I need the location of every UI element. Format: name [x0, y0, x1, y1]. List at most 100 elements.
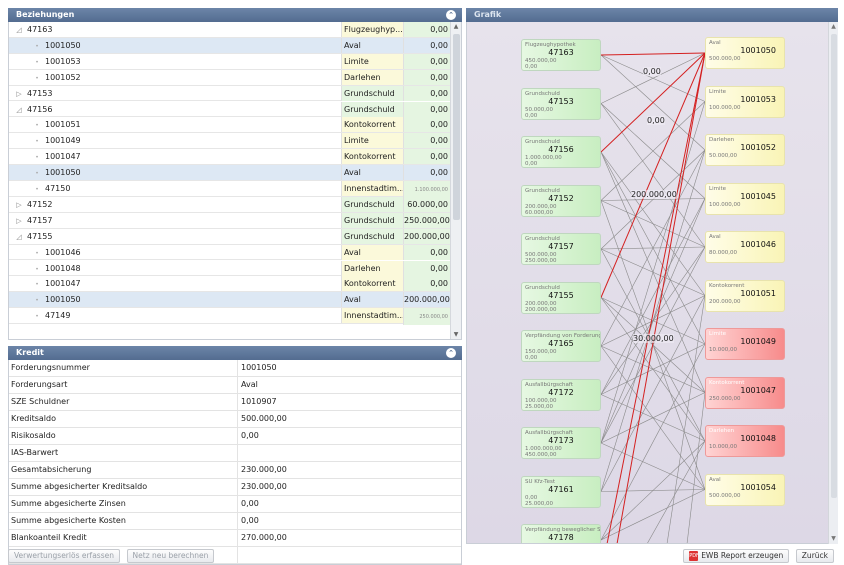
credit-node[interactable]: Darlehen 1001052 50.000,00 — [705, 134, 785, 166]
security-node[interactable]: Grundschuld 47152 200.000,00 60.000,00 — [521, 184, 601, 217]
netz-neu-berechnen-button[interactable]: Netz neu berechnen — [126, 549, 215, 563]
tree-row[interactable]: • 1001049 Limite 0,00 — [9, 133, 451, 150]
node-value-2: 450.000,00 — [525, 452, 557, 458]
bullet-icon: • — [35, 297, 39, 305]
security-node[interactable]: Verpfändung von Forderungen 47165 150.000,… — [521, 330, 601, 362]
credit-node[interactable]: Kontokorrent 1001051 200.000,00 — [705, 279, 785, 312]
tree-row-type: Innenstadtim... — [341, 181, 403, 196]
zurueck-button[interactable]: Zurück — [795, 549, 834, 563]
kredit-field-label: Summe abgesicherte Kosten — [11, 516, 126, 525]
tree-row[interactable]: • 47150 Innenstadtim... 1.100.000,00 — [9, 181, 451, 198]
tree-row[interactable]: • 1001047 Kontokorrent 0,00 — [9, 149, 451, 166]
tree-row[interactable]: ▷ 47152 Grundschuld 60.000,00 — [9, 196, 451, 213]
kredit-field-value: 500.000,00 — [237, 411, 461, 427]
tree-row-value-text: 0,00 — [430, 72, 448, 82]
tree-row[interactable]: • 47149 Innenstadtim... 250.000,00 — [9, 308, 451, 326]
tree-row-type: Grundschuld — [341, 228, 403, 244]
collapse-icon[interactable]: ⌃ — [446, 348, 456, 358]
node-value-2: 0,00 — [525, 355, 538, 361]
tree-row[interactable]: • 1001053 Limite 0,00 — [9, 53, 451, 70]
tree-row[interactable]: • 1001046 Aval 0,00 — [9, 244, 451, 261]
scroll-thumb[interactable] — [831, 34, 837, 498]
tree-row-type: Limite — [341, 133, 403, 149]
node-value-1: 100.000,00 — [709, 201, 741, 208]
security-node[interactable]: Grundschuld 47156 1.000.000,00 0,00 — [521, 136, 601, 168]
tree-row[interactable]: ◿ 47163 Flugzeughyp... 0,00 — [9, 22, 451, 38]
ewb-report-button[interactable]: PDF EWB Report erzeugen — [683, 549, 790, 563]
security-node[interactable]: Grundschuld 47157 500.000,00 250.000,00 — [521, 233, 601, 265]
tree-row-value: 0,00 — [403, 22, 451, 37]
tree-row[interactable]: • 1001050 Aval 0,00 — [9, 165, 451, 181]
tree-row[interactable]: ▷ 47157 Grundschuld 250.000,00 — [9, 212, 451, 229]
credit-node[interactable]: Kontokorrent 1001047 250.000,00 — [705, 376, 785, 409]
tree-row[interactable]: ▷ 47153 Grundschuld 0,00 — [9, 85, 451, 102]
scroll-up-icon[interactable]: ▲ — [829, 22, 838, 32]
security-node[interactable]: Ausfallbürgschaft 47172 100.000,00 25.000,0… — [521, 378, 601, 411]
graph-scrollbar[interactable]: ▲ ▼ — [828, 22, 838, 544]
tree-row[interactable]: • 1001047 Kontokorrent 0,00 — [9, 276, 451, 293]
kredit-field-value: 0,00 — [237, 513, 461, 529]
tree-row[interactable]: ◿ 47155 Grundschuld 200.000,00 — [9, 228, 451, 245]
kredit-field-label: Risikosaldo — [11, 431, 56, 440]
tree-row-name: ◿ 47156 — [9, 102, 339, 118]
collapse-triangle-icon[interactable]: ◿ — [13, 103, 25, 118]
tree-row-value: 0,00 — [403, 85, 451, 101]
relation-edge — [616, 52, 706, 543]
tree-row-label: 1001052 — [45, 72, 81, 82]
node-id: 47172 — [548, 387, 574, 397]
credit-node[interactable]: Limite 1001053 100.000,00 — [705, 85, 785, 118]
kredit-field-value: 230.000,00 — [237, 479, 461, 495]
credit-node[interactable]: Aval 1001046 80.000,00 — [705, 231, 785, 263]
credit-node[interactable]: Limite 1001049 10.000,00 — [705, 328, 785, 360]
expand-triangle-icon[interactable]: ▷ — [13, 214, 25, 229]
beziehungen-title: Beziehungen — [16, 10, 75, 19]
relation-edge — [600, 343, 706, 541]
tree-row-value-text: 0,00 — [430, 104, 448, 114]
tree-row[interactable]: • 1001051 Kontokorrent 0,00 — [9, 117, 451, 134]
tree-row[interactable]: • 1001050 Aval 200.000,00 — [9, 292, 451, 309]
verwertungserloes-button[interactable]: Verwertungserlös erfassen — [8, 549, 120, 563]
beziehungen-header[interactable]: Beziehungen ⌃ — [8, 8, 462, 22]
tree-row[interactable]: • 1001052 Darlehen 0,00 — [9, 69, 451, 86]
security-node[interactable]: Grundschuld 47155 200.000,00 200.000,00 — [521, 281, 601, 314]
credit-node[interactable]: Aval 1001050 500.000,00 — [705, 37, 785, 69]
relation-edge — [600, 200, 706, 248]
security-node[interactable]: SÜ Kfz-Test 47161 0,00 25.000,00 — [521, 475, 601, 508]
tree-row-value: 0,00 — [403, 69, 451, 85]
scroll-down-icon[interactable]: ▼ — [829, 534, 838, 544]
graph-canvas[interactable]: Flugzeughypothek 47163 450.000,00 0,00 Grund… — [466, 22, 838, 544]
credit-node[interactable]: Darlehen 1001048 10.000,00 — [705, 425, 785, 457]
tree-scrollbar[interactable]: ▲ ▼ — [450, 22, 461, 339]
tree-row-label: 47156 — [27, 104, 53, 114]
scroll-thumb[interactable] — [453, 34, 460, 220]
tree-row-name: • 47150 — [9, 181, 339, 197]
tree-row-label: 1001050 — [45, 295, 81, 305]
tree-row-name: • 1001049 — [9, 133, 339, 149]
tree-row-value: 200.000,00 — [403, 228, 451, 244]
kredit-field-value: 1010907 — [237, 394, 461, 410]
kredit-row: Summe abgesicherter Kreditsaldo 230.000,0… — [9, 479, 461, 496]
security-node[interactable]: Flugzeughypothek 47163 450.000,00 0,00 — [521, 39, 601, 71]
collapse-icon[interactable]: ⌃ — [446, 10, 456, 20]
collapse-triangle-icon[interactable]: ◿ — [13, 230, 25, 245]
credit-node[interactable]: Limite 1001045 100.000,00 — [705, 182, 785, 215]
kredit-header[interactable]: Kredit ⌃ — [8, 346, 462, 360]
relation-edge — [600, 392, 706, 444]
expand-triangle-icon[interactable]: ▷ — [13, 87, 25, 102]
tree-row[interactable]: • 1001050 Aval 0,00 — [9, 37, 451, 54]
collapse-triangle-icon[interactable]: ◿ — [13, 23, 25, 38]
security-node[interactable]: Ausfallbürgschaft 47173 1.000.000,00 450.00… — [521, 427, 601, 459]
tree-row[interactable]: ◿ 47156 Grundschuld 0,00 — [9, 101, 451, 118]
security-node[interactable]: Grundschuld 47153 50.000,00 0,00 — [521, 87, 601, 120]
node-value-2: 60.000,00 — [525, 209, 553, 216]
tree-row-value-text: 0,00 — [430, 279, 448, 289]
expand-triangle-icon[interactable]: ▷ — [13, 198, 25, 213]
credit-node[interactable]: Aval 1001054 500.000,00 — [705, 473, 785, 506]
bullet-icon: • — [35, 122, 39, 130]
tree-row-value: 0,00 — [403, 37, 451, 53]
tree-row-value: 0,00 — [403, 53, 451, 69]
scroll-down-icon[interactable]: ▼ — [451, 330, 461, 339]
security-node[interactable]: Verpfändung beweglicher Sachen47178 — [521, 524, 601, 543]
scroll-up-icon[interactable]: ▲ — [451, 22, 461, 32]
tree-row[interactable]: • 1001048 Darlehen 0,00 — [9, 260, 451, 277]
